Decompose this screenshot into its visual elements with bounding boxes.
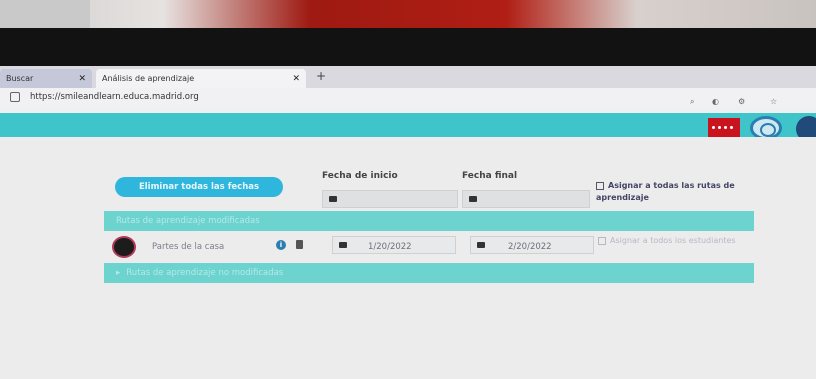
favorites-icon[interactable]: ☆ [770, 97, 777, 106]
checkbox-icon[interactable] [596, 181, 604, 190]
tab-analisis[interactable]: Análisis de aprendizaje ✕ [96, 69, 306, 88]
lock-icon [10, 92, 20, 102]
app-header [0, 113, 816, 137]
start-date-all-field[interactable] [322, 190, 458, 208]
info-icon[interactable]: i [276, 240, 286, 250]
calendar-icon [477, 242, 485, 248]
trash-icon[interactable] [296, 240, 303, 249]
end-date-header: Fecha final [462, 171, 518, 181]
read-aloud-icon[interactable]: ◐ [712, 97, 719, 106]
madrid-flag-icon [708, 118, 740, 138]
new-tab-button[interactable]: + [316, 69, 326, 83]
checkbox-icon[interactable] [598, 236, 606, 245]
extensions-icon[interactable]: ⚙ [738, 97, 745, 106]
calendar-icon [469, 196, 477, 202]
route-avatar [112, 236, 136, 258]
modified-routes-header: Rutas de aprendizaje modificadas [104, 211, 754, 231]
unmodified-routes-header[interactable]: ▸ Rutas de aprendizaje no modificadas [104, 263, 754, 283]
assign-all-label: Asignar a todas las rutas de aprendizaje [596, 181, 735, 202]
chevron-right-icon: ▸ [116, 268, 121, 278]
modified-routes-label: Rutas de aprendizaje modificadas [116, 216, 260, 226]
remove-all-dates-button[interactable]: Eliminar todas las fechas [115, 177, 283, 197]
end-date-all-field[interactable] [462, 190, 590, 208]
close-icon[interactable]: ✕ [292, 74, 300, 84]
route-start-date: 1/20/2022 [368, 242, 412, 252]
page-content [0, 137, 816, 379]
tab-strip: Buscar ✕ Análisis de aprendizaje ✕ + [0, 66, 816, 88]
route-end-date: 2/20/2022 [508, 242, 552, 252]
monitor-bezel [0, 28, 816, 68]
close-icon[interactable]: ✕ [78, 74, 86, 84]
url-text[interactable]: https://smileandlearn.educa.madrid.org [30, 92, 199, 102]
tab-label: Buscar [6, 74, 34, 83]
assign-students-label: Asignar a todos los estudiantes [610, 236, 736, 245]
assign-all-routes-checkbox[interactable]: Asignar a todas las rutas de aprendizaje [596, 180, 756, 204]
tab-buscar[interactable]: Buscar ✕ [0, 69, 92, 88]
calendar-icon [339, 242, 347, 248]
assign-students-checkbox[interactable]: Asignar a todos los estudiantes [598, 235, 748, 247]
calendar-icon [329, 196, 337, 202]
zoom-icon[interactable]: ⌕ [690, 97, 694, 107]
tab-label: Análisis de aprendizaje [102, 74, 195, 83]
route-name: Partes de la casa [152, 242, 225, 252]
unmodified-routes-label: Rutas de aprendizaje no modificadas [126, 268, 284, 278]
start-date-header: Fecha de inicio [322, 171, 398, 181]
wall [0, 0, 90, 30]
